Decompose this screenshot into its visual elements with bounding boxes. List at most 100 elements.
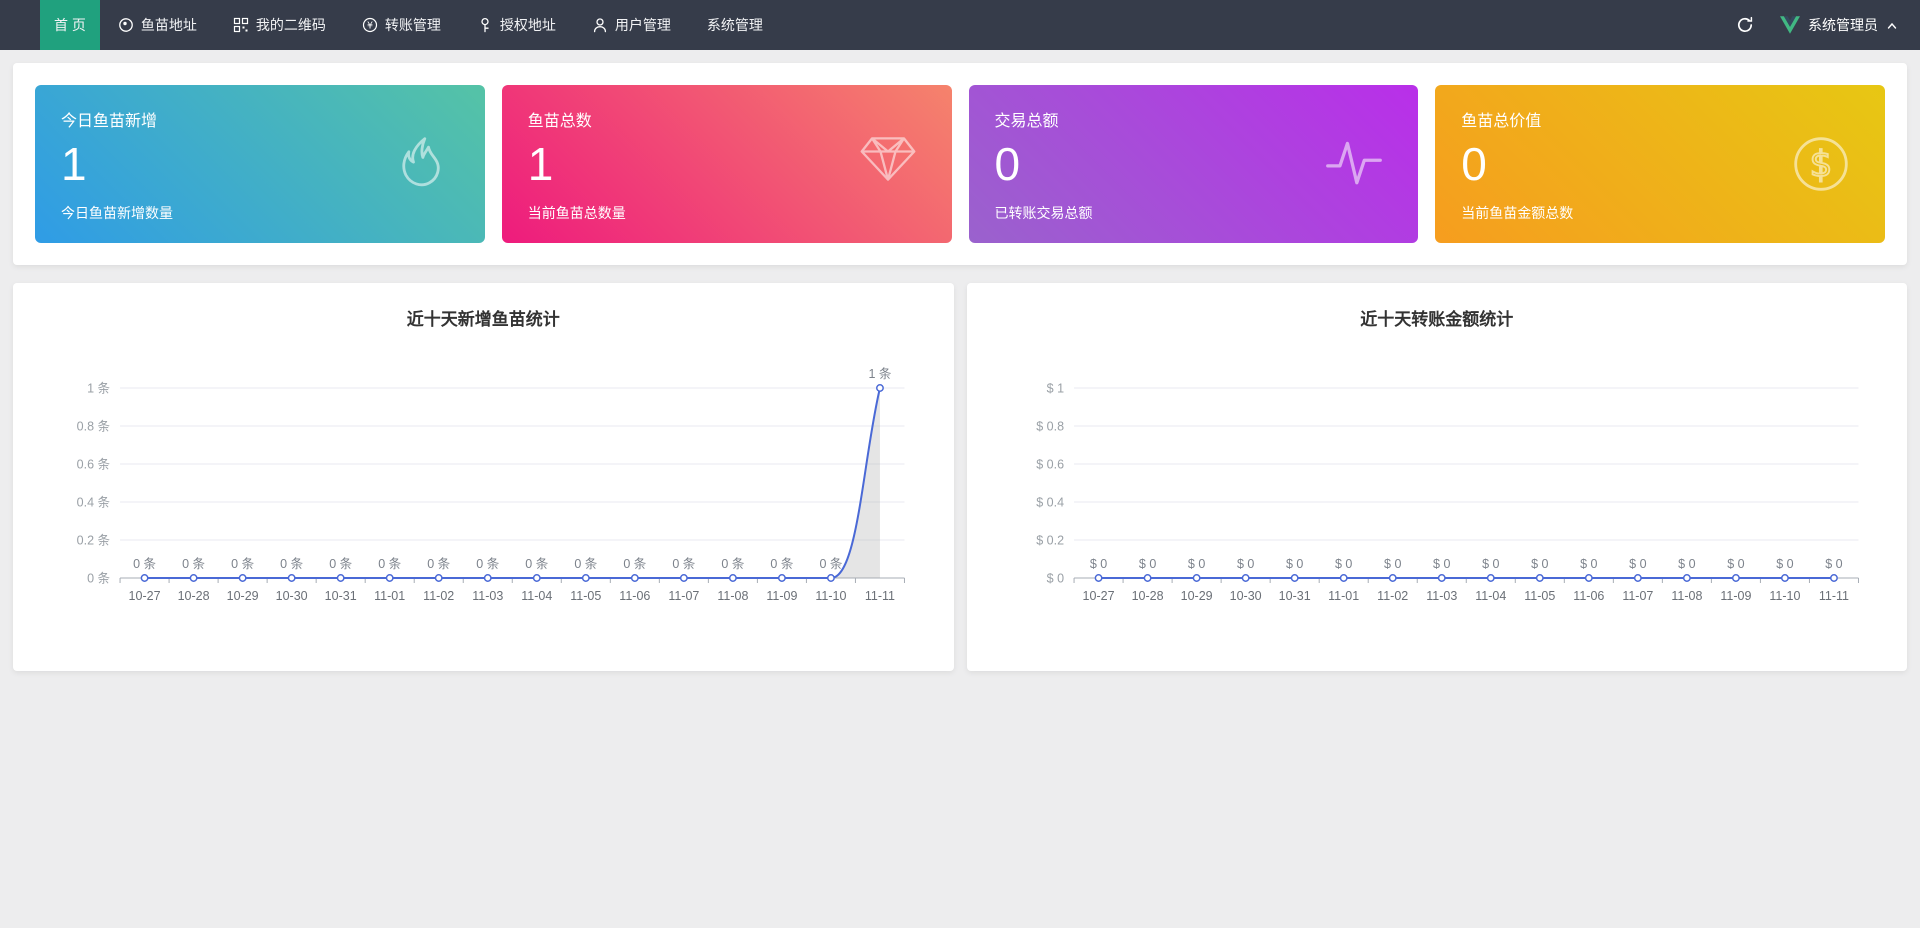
navbar: 首 页 鱼苗地址 我的二维码 ¥ 转账管理 授权地址 用户管理 系统管理 系统管…	[0, 0, 1920, 50]
nav-item-label: 转账管理	[384, 17, 441, 33]
charts-row: 近十天新增鱼苗统计 0 条 0.2 条 0.4 条 0.6 条 0.8 条 1 条 10-2…	[13, 283, 1907, 671]
svg-text:10-30: 10-30	[276, 589, 308, 603]
svg-text:10-30: 10-30	[1229, 589, 1261, 603]
chart-canvas-new-fish: 0 条 0.2 条 0.4 条 0.6 条 0.8 条 1 条 10-27 10-28 10-2…	[13, 283, 954, 671]
svg-text:11-01: 11-01	[374, 589, 405, 603]
svg-text:0 条: 0 条	[623, 557, 646, 571]
svg-text:0 条: 0 条	[721, 557, 744, 571]
nav-item-my-qrcode[interactable]: 我的二维码	[215, 0, 344, 50]
svg-text:11-10: 11-10	[815, 589, 846, 603]
svg-text:11-07: 11-07	[668, 589, 699, 603]
svg-text:10-27: 10-27	[1082, 589, 1114, 603]
card-title: 交易总额	[994, 113, 1059, 130]
stat-card-total-value: 鱼苗总价值 0 当前鱼苗金额总数 $	[1435, 85, 1885, 243]
svg-text:11-06: 11-06	[619, 589, 650, 603]
svg-text:$ 0.8: $ 0.8	[1036, 420, 1064, 434]
card-subtitle: 已转账交易总额	[994, 205, 1093, 221]
card-title: 鱼苗总价值	[1461, 113, 1542, 130]
nav-item-system-management[interactable]: 系统管理	[689, 0, 781, 50]
svg-text:$ 0: $ 0	[1384, 557, 1401, 571]
svg-text:11-11: 11-11	[865, 589, 895, 603]
svg-text:0 条: 0 条	[280, 557, 303, 571]
nav-item-authorized-address[interactable]: 授权地址	[459, 0, 574, 50]
svg-text:11-10: 11-10	[1769, 589, 1800, 603]
svg-text:11-08: 11-08	[717, 589, 748, 603]
chart-canvas-transfer-amount: $ 0 $ 0.2 $ 0.4 $ 0.6 $ 0.8 $ 1 10-27 10-28 10-2…	[967, 283, 1908, 671]
svg-text:10-28: 10-28	[178, 589, 210, 603]
svg-text:11-05: 11-05	[1524, 589, 1555, 603]
svg-text:$ 0.6: $ 0.6	[1036, 458, 1064, 472]
nav-item-transfer-management[interactable]: ¥ 转账管理	[344, 0, 459, 50]
svg-text:0.6 条: 0.6 条	[77, 458, 111, 472]
svg-text:0.8 条: 0.8 条	[77, 420, 111, 434]
svg-text:10-29: 10-29	[1180, 589, 1212, 603]
svg-text:$ 0: $ 0	[1776, 557, 1793, 571]
navbar-right: 系统管理员	[1736, 0, 1920, 50]
svg-text:0 条: 0 条	[525, 557, 548, 571]
target-circle-icon	[118, 17, 134, 33]
svg-text:$ 0: $ 0	[1629, 557, 1646, 571]
svg-text:$ 0: $ 0	[1335, 557, 1352, 571]
admin-dropdown[interactable]: 系统管理员	[1780, 15, 1898, 35]
svg-text:0 条: 0 条	[427, 557, 450, 571]
svg-text:11-03: 11-03	[472, 589, 503, 603]
svg-text:0 条: 0 条	[133, 557, 156, 571]
svg-text:0 条: 0 条	[378, 557, 401, 571]
svg-text:$ 0: $ 0	[1531, 557, 1548, 571]
svg-text:0 条: 0 条	[87, 572, 110, 586]
svg-text:0 条: 0 条	[231, 557, 254, 571]
chart-title: 近十天转账金额统计	[1360, 310, 1514, 329]
yen-circle-icon: ¥	[362, 17, 378, 33]
svg-text:11-09: 11-09	[1720, 589, 1751, 603]
stat-card-today-new-fish: 今日鱼苗新增 1 今日鱼苗新增数量	[35, 85, 485, 243]
svg-text:$ 0: $ 0	[1138, 557, 1155, 571]
svg-text:$ 0: $ 0	[1727, 557, 1744, 571]
nav-item-label: 系统管理	[706, 17, 763, 33]
svg-text:0.2 条: 0.2 条	[77, 534, 111, 548]
svg-text:$ 0.4: $ 0.4	[1036, 496, 1064, 510]
nav-item-fish-address[interactable]: 鱼苗地址	[100, 0, 215, 50]
svg-text:1 条: 1 条	[87, 382, 110, 396]
refresh-icon[interactable]	[1736, 16, 1754, 34]
svg-text:0 条: 0 条	[329, 557, 352, 571]
svg-text:11-02: 11-02	[1377, 589, 1408, 603]
svg-text:0.4 条: 0.4 条	[77, 496, 111, 510]
nav-item-home[interactable]: 首 页	[40, 0, 100, 50]
nav-item-label: 我的二维码	[255, 17, 326, 33]
stat-cards-panel: 今日鱼苗新增 1 今日鱼苗新增数量 鱼苗总数 1 当前鱼苗总数量 交易总额 0 …	[13, 63, 1907, 265]
card-title: 今日鱼苗新增	[61, 113, 158, 130]
svg-text:$ 0: $ 0	[1580, 557, 1597, 571]
dollar-circle-icon: $	[1791, 134, 1851, 194]
svg-text:0 条: 0 条	[672, 557, 695, 571]
svg-text:$: $	[1810, 144, 1833, 185]
svg-text:11-02: 11-02	[423, 589, 454, 603]
svg-text:0 条: 0 条	[182, 557, 205, 571]
svg-text:11-06: 11-06	[1573, 589, 1604, 603]
svg-text:$ 0: $ 0	[1285, 557, 1302, 571]
svg-text:11-04: 11-04	[521, 589, 552, 603]
svg-text:11-04: 11-04	[1475, 589, 1506, 603]
svg-text:$ 0: $ 0	[1089, 557, 1106, 571]
svg-text:10-28: 10-28	[1131, 589, 1163, 603]
card-subtitle: 今日鱼苗新增数量	[61, 205, 173, 221]
chart-panel-new-fish: 近十天新增鱼苗统计 0 条 0.2 条 0.4 条 0.6 条 0.8 条 1 条 10-2…	[13, 283, 954, 671]
svg-text:10-31: 10-31	[1278, 589, 1310, 603]
nav-item-label: 鱼苗地址	[140, 17, 197, 33]
svg-text:10-27: 10-27	[129, 589, 161, 603]
stat-card-total-transactions: 交易总额 0 已转账交易总额	[968, 85, 1419, 243]
svg-text:10-29: 10-29	[227, 589, 259, 603]
svg-text:11-09: 11-09	[766, 589, 797, 603]
svg-text:10-31: 10-31	[325, 589, 357, 603]
chevron-up-icon	[1886, 19, 1898, 31]
svg-text:$ 0: $ 0	[1482, 557, 1499, 571]
svg-text:11-08: 11-08	[1671, 589, 1702, 603]
chart-panel-transfer-amount: 近十天转账金额统计 $ 0 $ 0.2 $ 0.4 $ 0.6 $ 0.8 $ 1 10-2…	[966, 283, 1908, 671]
user-icon	[592, 17, 608, 33]
svg-text:$ 0: $ 0	[1825, 557, 1842, 571]
svg-text:11-03: 11-03	[1426, 589, 1457, 603]
nav-item-user-management[interactable]: 用户管理	[574, 0, 689, 50]
svg-text:1 条: 1 条	[868, 367, 891, 381]
nav-item-label: 首 页	[54, 17, 86, 33]
stat-card-total-fish: 鱼苗总数 1 当前鱼苗总数量	[501, 85, 952, 243]
svg-text:0 条: 0 条	[476, 557, 499, 571]
